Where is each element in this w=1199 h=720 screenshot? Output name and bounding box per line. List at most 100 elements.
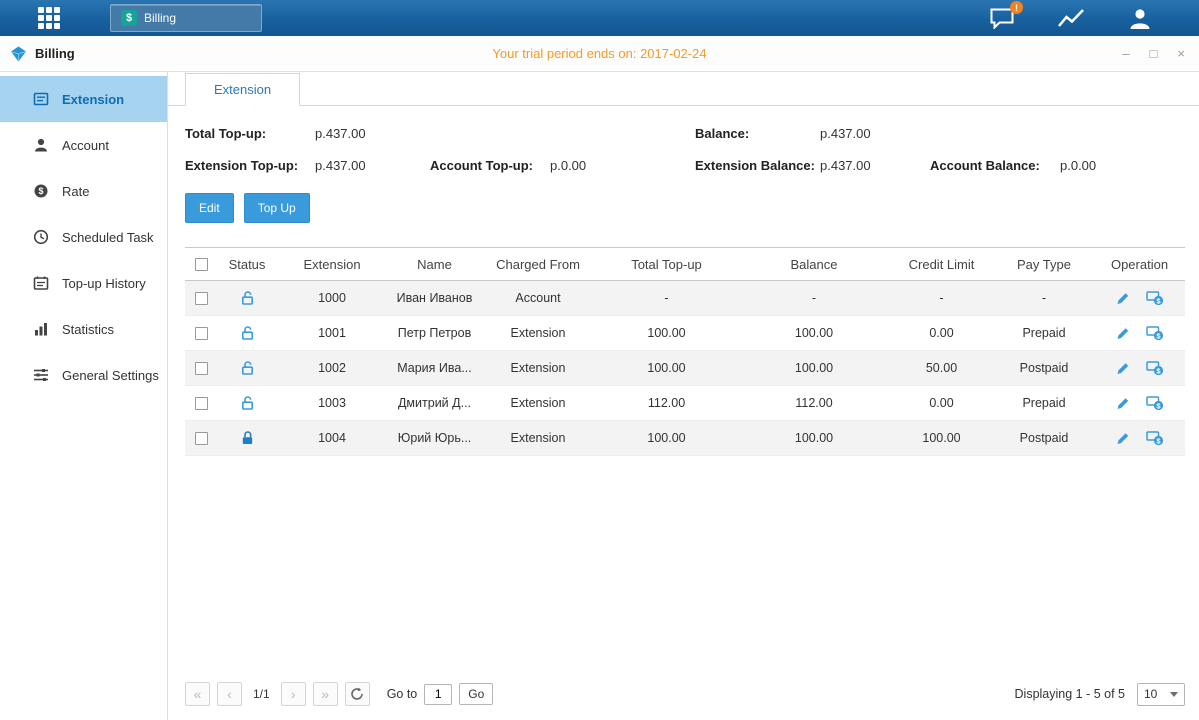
- balance-value: p.437.00: [820, 126, 930, 141]
- goto-page-input[interactable]: [424, 684, 452, 705]
- row-checkbox[interactable]: [195, 397, 208, 410]
- edit-button[interactable]: Edit: [185, 193, 234, 223]
- cell-pay-type: Postpaid: [994, 361, 1094, 375]
- bar-chart-icon: [33, 321, 49, 337]
- cell-pay-type: Prepaid: [994, 396, 1094, 410]
- top-up-row-icon[interactable]: $: [1146, 360, 1164, 376]
- notification-badge: !: [1010, 1, 1023, 14]
- sidebar-item-label: Scheduled Task: [62, 230, 154, 245]
- sidebar-item-rate[interactable]: $ Rate: [0, 168, 167, 214]
- edit-row-icon[interactable]: [1115, 326, 1130, 341]
- cell-pay-type: Prepaid: [994, 326, 1094, 340]
- cell-extension: 1000: [277, 291, 387, 305]
- edit-row-icon[interactable]: [1115, 361, 1130, 376]
- extension-balance-label: Extension Balance:: [695, 158, 820, 173]
- billing-app-logo-icon: [10, 46, 27, 62]
- cell-name: Петр Петров: [387, 326, 482, 340]
- lock-open-icon[interactable]: [217, 325, 277, 341]
- cell-credit-limit: -: [889, 291, 994, 305]
- row-checkbox[interactable]: [195, 362, 208, 375]
- col-status: Status: [217, 257, 277, 272]
- row-checkbox[interactable]: [195, 292, 208, 305]
- minimize-icon[interactable]: –: [1122, 47, 1129, 60]
- close-icon[interactable]: ×: [1177, 47, 1185, 60]
- top-system-bar: $ Billing !: [0, 0, 1199, 36]
- cell-charged-from: Extension: [482, 326, 594, 340]
- maximize-icon[interactable]: □: [1150, 47, 1158, 60]
- sidebar-item-general-settings[interactable]: General Settings: [0, 352, 167, 398]
- cell-extension: 1001: [277, 326, 387, 340]
- top-up-row-icon[interactable]: $: [1146, 290, 1164, 306]
- cell-extension: 1002: [277, 361, 387, 375]
- user-account-icon[interactable]: [1127, 7, 1153, 29]
- edit-row-icon[interactable]: [1115, 291, 1130, 306]
- cell-credit-limit: 0.00: [889, 326, 994, 340]
- cell-extension: 1004: [277, 431, 387, 445]
- cell-name: Иван Иванов: [387, 291, 482, 305]
- row-checkbox[interactable]: [195, 432, 208, 445]
- lock-open-icon[interactable]: [217, 395, 277, 411]
- app-launcher-icon[interactable]: [38, 7, 60, 29]
- tab-strip: Extension: [168, 72, 1199, 106]
- cell-balance: -: [739, 291, 889, 305]
- chevron-down-icon: [1170, 692, 1178, 697]
- top-up-row-icon[interactable]: $: [1146, 430, 1164, 446]
- extension-topup-value: p.437.00: [315, 158, 430, 173]
- extension-icon: [33, 91, 49, 107]
- page-size-value: 10: [1144, 687, 1157, 701]
- sidebar-item-extension[interactable]: Extension: [0, 76, 167, 122]
- lock-open-icon[interactable]: [217, 360, 277, 376]
- sidebar-item-label: Account: [62, 138, 109, 153]
- tab-extension[interactable]: Extension: [185, 73, 300, 106]
- cell-credit-limit: 50.00: [889, 361, 994, 375]
- cell-balance: 100.00: [739, 431, 889, 445]
- top-up-row-icon[interactable]: $: [1146, 325, 1164, 341]
- cell-name: Юрий Юрь...: [387, 431, 482, 445]
- total-topup-value: p.437.00: [315, 126, 430, 141]
- table-row: 1003 Дмитрий Д... Extension 112.00 112.0…: [185, 386, 1185, 421]
- sidebar-item-scheduled-task[interactable]: Scheduled Task: [0, 214, 167, 260]
- cell-credit-limit: 0.00: [889, 396, 994, 410]
- pagination-bar: « ‹ 1/1 › » Go to Go Displaying 1 - 5 of…: [168, 682, 1199, 720]
- row-checkbox[interactable]: [195, 327, 208, 340]
- topbar-tab-label: Billing: [144, 11, 176, 25]
- refresh-button[interactable]: [345, 682, 370, 706]
- sliders-icon: [33, 367, 49, 383]
- total-topup-label: Total Top-up:: [185, 126, 315, 141]
- last-page-button[interactable]: »: [313, 682, 338, 706]
- cell-balance: 100.00: [739, 326, 889, 340]
- prev-page-button[interactable]: ‹: [217, 682, 242, 706]
- sidebar-item-topup-history[interactable]: Top-up History: [0, 260, 167, 306]
- col-pay-type: Pay Type: [994, 257, 1094, 272]
- statistics-chart-icon[interactable]: [1057, 7, 1085, 29]
- top-up-button[interactable]: Top Up: [244, 193, 310, 223]
- select-all-checkbox[interactable]: [195, 258, 208, 271]
- extension-balance-value: p.437.00: [820, 158, 930, 173]
- goto-label: Go to: [387, 687, 418, 701]
- page-size-select[interactable]: 10: [1137, 683, 1185, 706]
- notifications-icon[interactable]: !: [989, 7, 1015, 29]
- sidebar-item-statistics[interactable]: Statistics: [0, 306, 167, 352]
- account-topup-label: Account Top-up:: [430, 158, 550, 173]
- top-up-row-icon[interactable]: $: [1146, 395, 1164, 411]
- go-button[interactable]: Go: [459, 683, 493, 705]
- col-name: Name: [387, 257, 482, 272]
- lock-locked-icon[interactable]: [217, 430, 277, 446]
- edit-row-icon[interactable]: [1115, 431, 1130, 446]
- sidebar-item-account[interactable]: Account: [0, 122, 167, 168]
- cell-name: Мария Ива...: [387, 361, 482, 375]
- edit-row-icon[interactable]: [1115, 396, 1130, 411]
- cell-name: Дмитрий Д...: [387, 396, 482, 410]
- sidebar-item-label: General Settings: [62, 368, 159, 383]
- topbar-billing-tab[interactable]: $ Billing: [110, 4, 262, 32]
- next-page-button[interactable]: ›: [281, 682, 306, 706]
- table-row: 1000 Иван Иванов Account - - - - $: [185, 281, 1185, 316]
- col-operation: Operation: [1094, 257, 1185, 272]
- cell-balance: 100.00: [739, 361, 889, 375]
- extension-table: Status Extension Name Charged From Total…: [185, 247, 1185, 456]
- lock-open-icon[interactable]: [217, 290, 277, 306]
- calendar-icon: [33, 275, 49, 291]
- page-info: 1/1: [253, 687, 270, 701]
- sidebar-item-label: Statistics: [62, 322, 114, 337]
- first-page-button[interactable]: «: [185, 682, 210, 706]
